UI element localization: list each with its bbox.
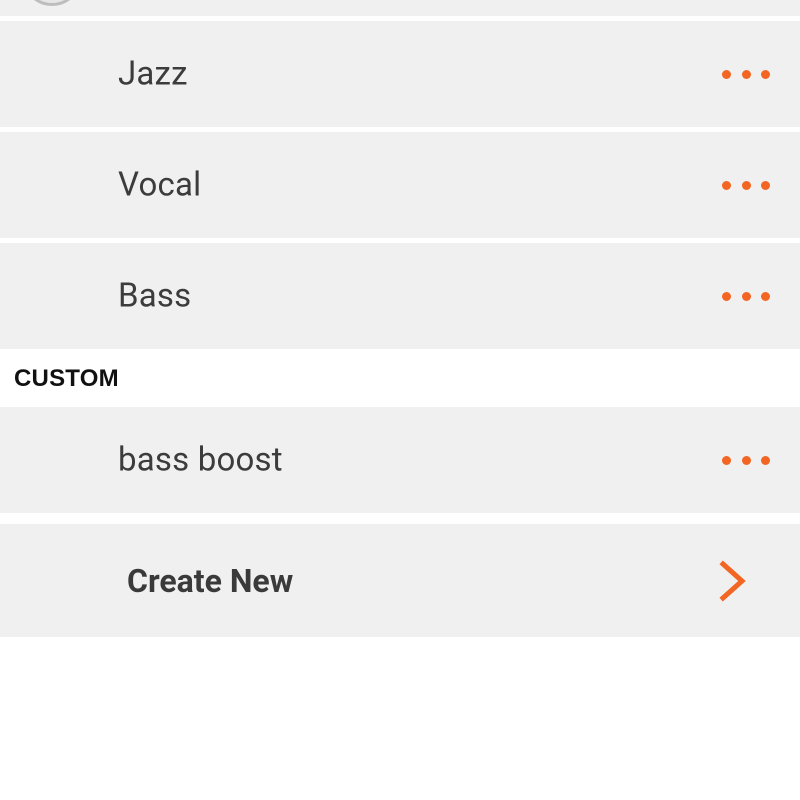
dot	[741, 291, 751, 301]
more-options-icon[interactable]	[716, 276, 776, 316]
chevron-right-icon	[719, 559, 746, 602]
more-options-icon[interactable]	[716, 54, 776, 94]
more-options-icon[interactable]	[716, 165, 776, 205]
dot	[741, 455, 751, 465]
custom-section-header: CUSTOM	[14, 365, 119, 392]
preset-row-bass-boost[interactable]: bass boost	[0, 407, 800, 513]
preset-label: bass boost	[118, 440, 283, 480]
previous-list-row[interactable]	[0, 0, 800, 16]
dot	[741, 69, 751, 79]
create-new-button[interactable]: Create New	[0, 524, 800, 637]
dot	[761, 69, 770, 79]
preset-row-jazz[interactable]: Jazz	[0, 21, 800, 127]
preset-row-vocal[interactable]: Vocal	[0, 132, 800, 238]
dot	[722, 291, 731, 301]
more-options-icon[interactable]	[716, 440, 776, 480]
preset-avatar-icon	[22, 0, 82, 6]
preset-label: Jazz	[118, 54, 188, 94]
eq-preset-screen: Jazz Vocal Bass CUSTOM bass boost Create…	[0, 0, 800, 800]
dot	[722, 180, 731, 190]
dot	[761, 291, 770, 301]
dot	[761, 180, 770, 190]
dot	[741, 180, 751, 190]
preset-label: Vocal	[118, 165, 202, 205]
dot	[722, 455, 731, 465]
dot	[761, 455, 770, 465]
dot	[722, 69, 731, 79]
preset-row-bass[interactable]: Bass	[0, 243, 800, 349]
create-new-label: Create New	[127, 561, 294, 600]
preset-label: Bass	[118, 276, 192, 316]
